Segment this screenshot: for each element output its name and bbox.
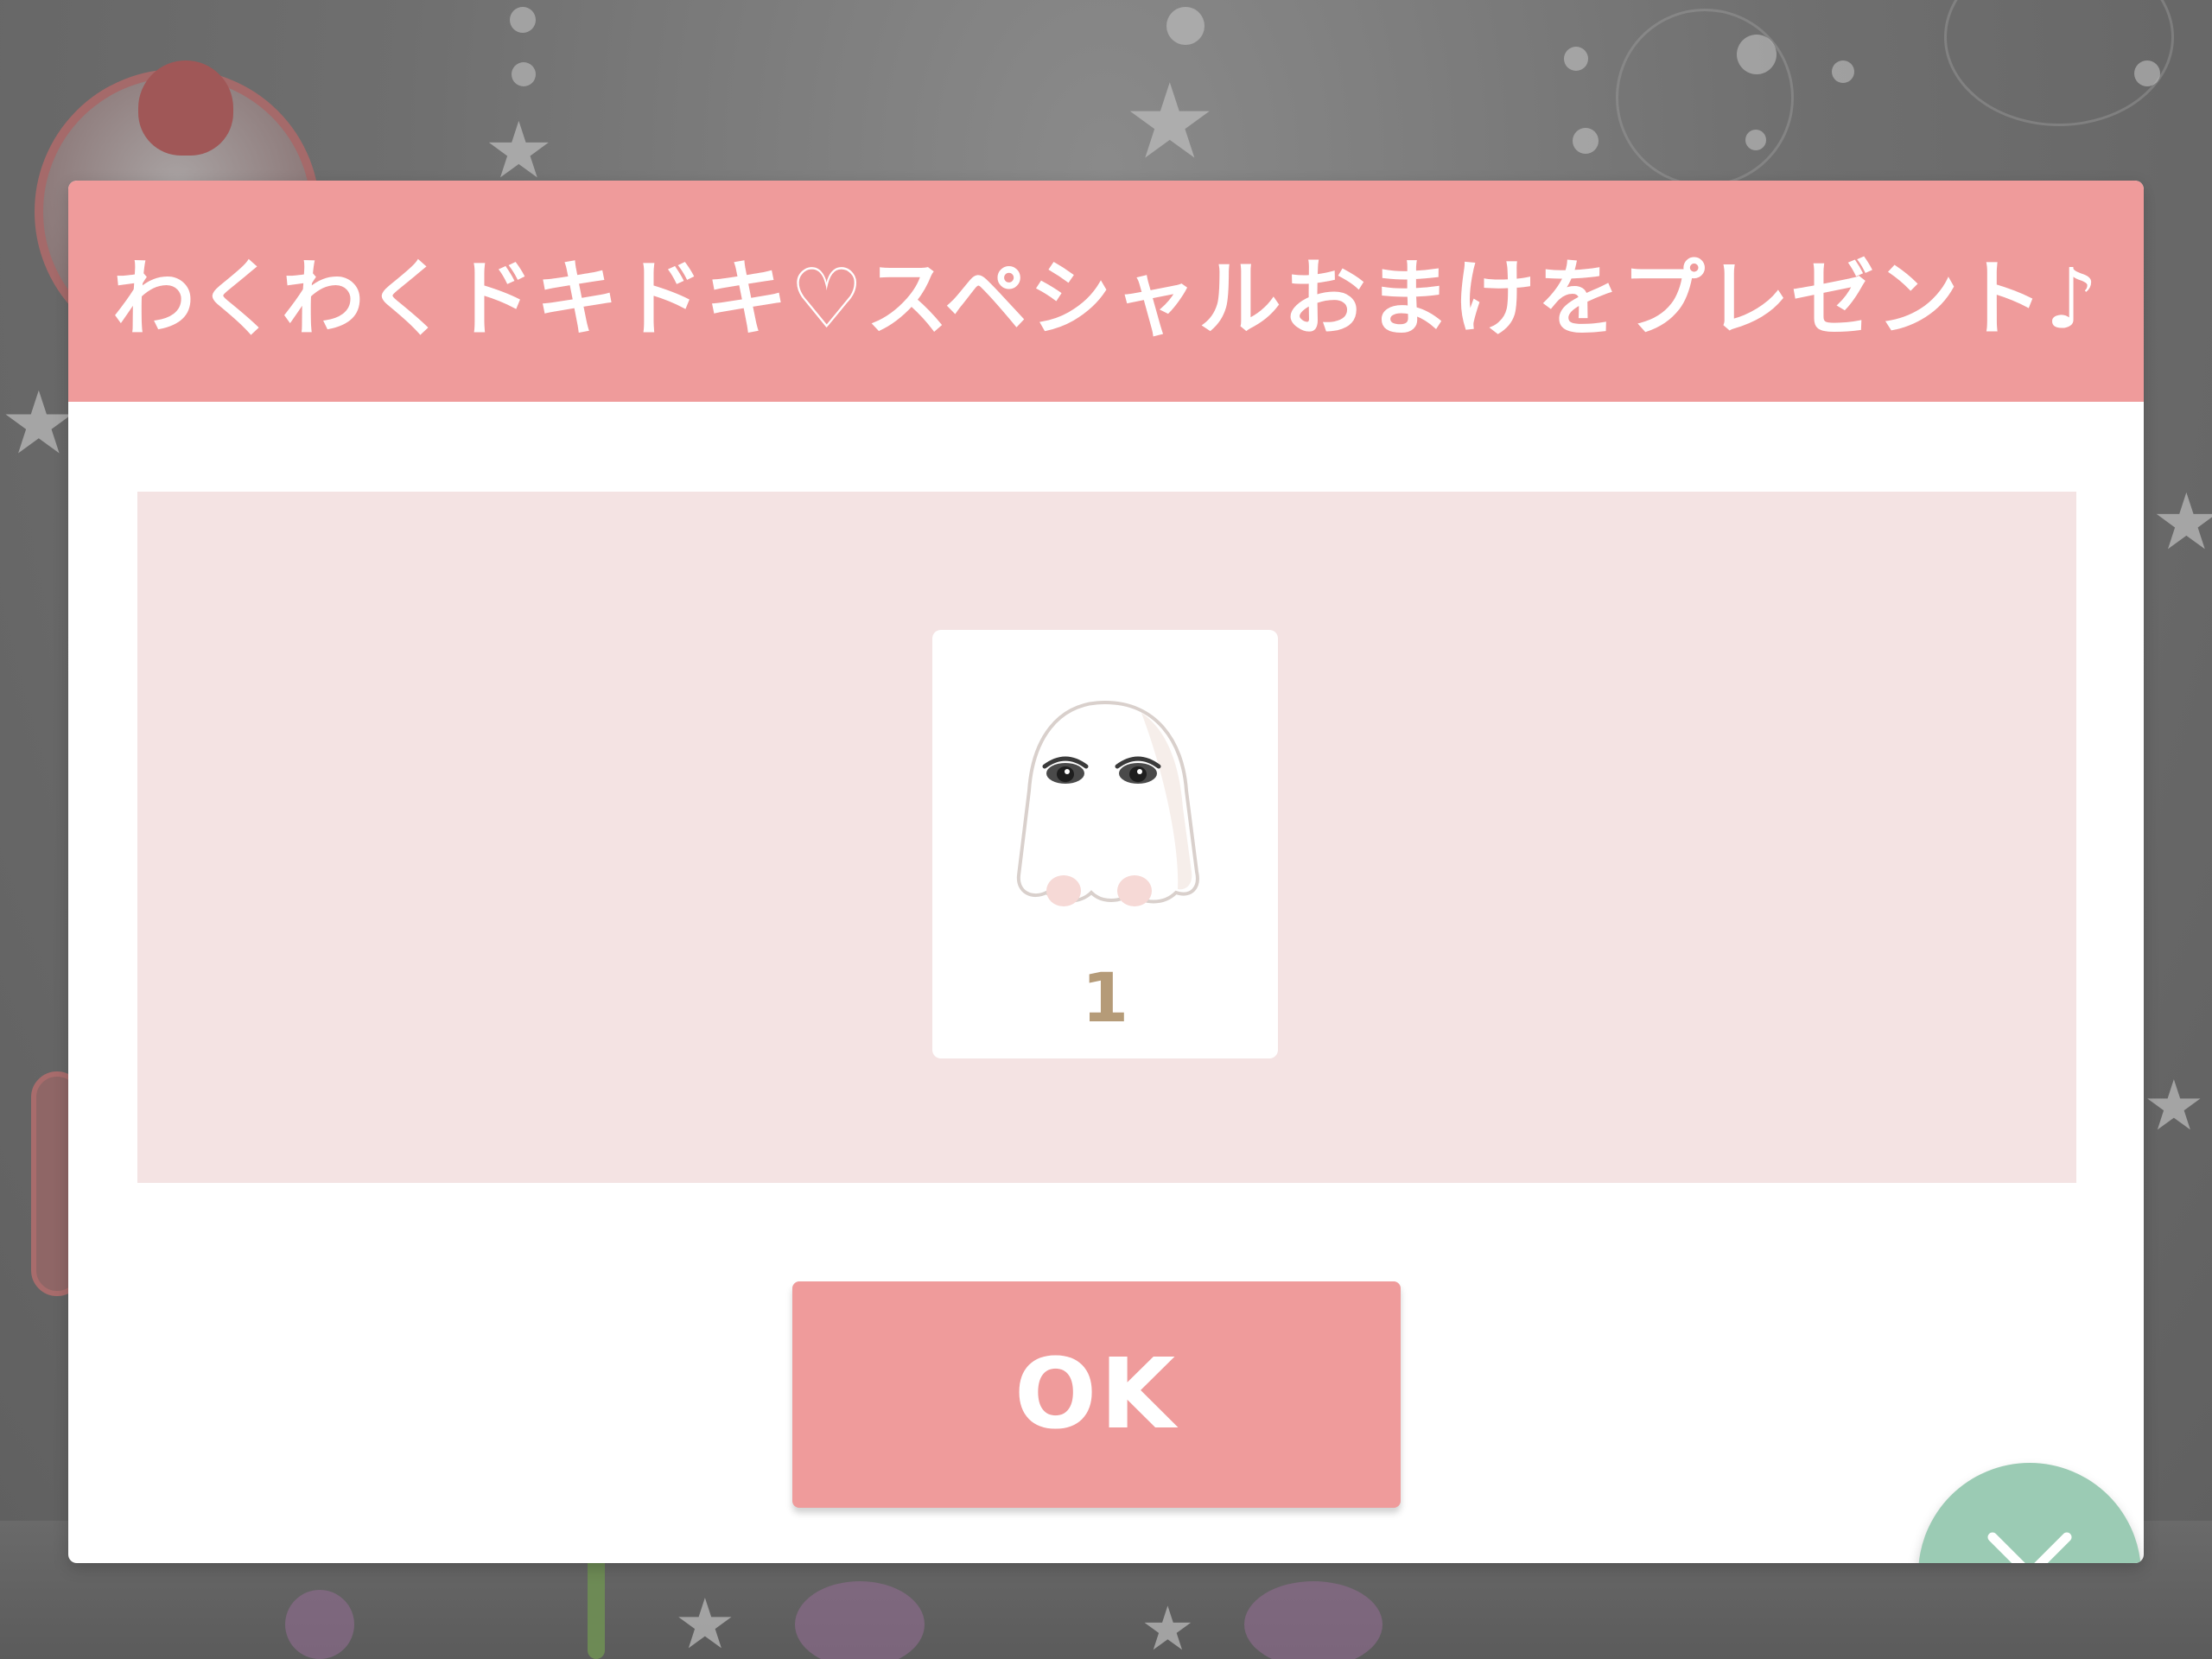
- background-star-icon: ★: [1123, 62, 1217, 182]
- ok-button-label: OK: [1014, 1338, 1179, 1451]
- close-button[interactable]: [1918, 1463, 2141, 1563]
- background-star-icon: ★: [0, 372, 78, 474]
- background-dot: [1166, 7, 1205, 45]
- background-star-icon: ★: [1141, 1593, 1195, 1659]
- background-star-icon: ★: [674, 1584, 736, 1659]
- ghost-icon: [1016, 700, 1199, 906]
- background-bubble: [1616, 9, 1794, 187]
- background-flower-stem: [588, 1547, 605, 1659]
- background-star-icon: ★: [2152, 477, 2212, 568]
- reward-dialog: わくわくドキドキ♡スペシャルおまけをプレゼント♪ 1 OK: [68, 181, 2144, 1563]
- ok-button[interactable]: OK: [792, 1281, 1401, 1508]
- background-dot: [512, 62, 536, 86]
- background-star-icon: ★: [2143, 1065, 2205, 1146]
- background-dot: [1745, 130, 1766, 150]
- reward-item-count: 1: [1081, 960, 1129, 1038]
- game-screen: ★ ★ ★ ★ ★ ★ ★ わくわくドキドキ♡スペシャルおまけをプレゼント♪ 1…: [0, 0, 2212, 1659]
- background-star-icon: ★: [484, 105, 554, 196]
- reward-area: 1: [137, 492, 2076, 1183]
- background-flower: [795, 1581, 925, 1659]
- dialog-header: わくわくドキドキ♡スペシャルおまけをプレゼント♪: [68, 181, 2144, 402]
- background-dot: [1564, 47, 1588, 71]
- close-icon: [1987, 1532, 2072, 1563]
- reward-item-card: 1: [932, 630, 1278, 1058]
- dialog-title: わくわくドキドキ♡スペシャルおまけをプレゼント♪: [111, 250, 2101, 347]
- background-dot: [1573, 128, 1599, 154]
- background-dot: [2134, 60, 2160, 86]
- background-strawberry-hat: [138, 60, 233, 156]
- background-flower: [285, 1590, 354, 1659]
- background-dot: [1737, 35, 1777, 74]
- background-dot: [1832, 60, 1854, 83]
- background-flower: [1244, 1581, 1382, 1659]
- background-dot: [510, 7, 536, 33]
